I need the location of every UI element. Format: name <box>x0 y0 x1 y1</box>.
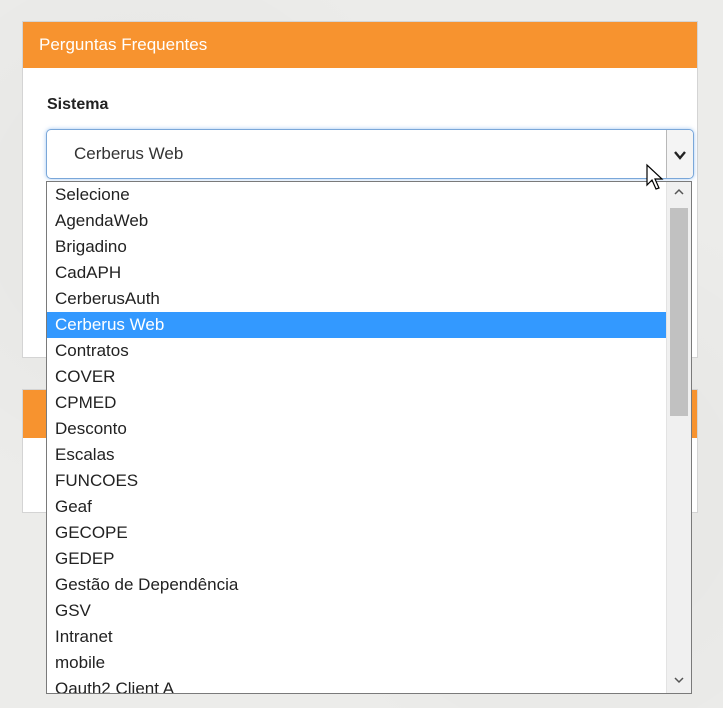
dropdown-option[interactable]: GSV <box>47 598 691 624</box>
dropdown-option[interactable]: Escalas <box>47 442 691 468</box>
dropdown-option[interactable]: CPMED <box>47 390 691 416</box>
mouse-pointer-icon <box>645 163 667 196</box>
panel-title: Perguntas Frequentes <box>23 22 697 68</box>
dropdown-option[interactable]: mobile <box>47 650 691 676</box>
dropdown-option[interactable]: FUNCOES <box>47 468 691 494</box>
dropdown-option[interactable]: Selecione <box>47 182 691 208</box>
option-list: Selecione AgendaWeb Brigadino CadAPH Cerberu… <box>47 182 691 693</box>
dropdown-option[interactable]: Geaf <box>47 494 691 520</box>
dropdown-option[interactable]: Gestão de Dependência <box>47 572 691 598</box>
scroll-thumb[interactable] <box>670 208 688 416</box>
scrollbar[interactable] <box>666 182 691 693</box>
select-value: Cerberus Web <box>74 144 184 163</box>
dropdown-option[interactable]: GECOPE <box>47 520 691 546</box>
dropdown-option[interactable]: CadAPH <box>47 260 691 286</box>
dropdown-option[interactable]: Desconto <box>47 416 691 442</box>
dropdown-option[interactable]: CerberusAuth <box>47 286 691 312</box>
dropdown-option[interactable]: Cerberus Web <box>47 312 691 338</box>
dropdown-option[interactable]: COVER <box>47 364 691 390</box>
dropdown-option[interactable]: GEDEP <box>47 546 691 572</box>
chevron-down-icon[interactable] <box>666 130 693 178</box>
dropdown-option[interactable]: Oauth2 Client A <box>47 676 691 693</box>
chevron-down-icon[interactable] <box>667 671 691 693</box>
sistema-label: Sistema <box>47 96 109 113</box>
dropdown-option[interactable]: Contratos <box>47 338 691 364</box>
dropdown-option[interactable]: Brigadino <box>47 234 691 260</box>
dropdown-option[interactable]: AgendaWeb <box>47 208 691 234</box>
sistema-dropdown-list[interactable]: Selecione AgendaWeb Brigadino CadAPH Cerberu… <box>46 181 692 694</box>
chevron-up-icon[interactable] <box>667 182 691 204</box>
dropdown-option[interactable]: Intranet <box>47 624 691 650</box>
sistema-select[interactable]: Cerberus Web <box>46 129 694 179</box>
